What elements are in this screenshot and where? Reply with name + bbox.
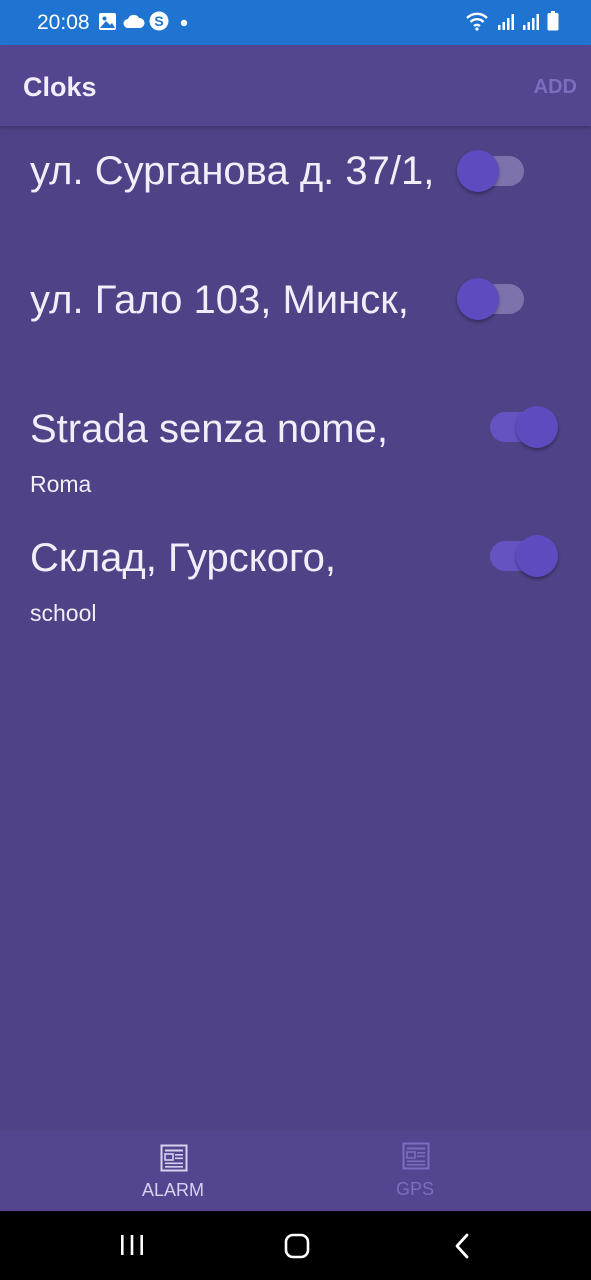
- back-icon[interactable]: [453, 1233, 471, 1259]
- alarm-title: Склад, Гурского,: [30, 536, 337, 580]
- toggle-thumb: [516, 406, 558, 448]
- home-icon[interactable]: [284, 1233, 310, 1259]
- signal-icon: [523, 14, 539, 30]
- gallery-icon: [99, 13, 116, 30]
- list-item[interactable]: Strada senza nome, Roma: [0, 406, 591, 507]
- toggle-thumb: [516, 535, 558, 577]
- alarm-subtitle: school: [30, 600, 97, 626]
- signal-icon: [498, 14, 514, 30]
- svg-text:S: S: [154, 13, 163, 29]
- list-item[interactable]: ул. Гало 103, Минск,: [0, 278, 591, 378]
- tab-gps-label: GPS: [396, 1179, 435, 1199]
- recent-apps-icon[interactable]: [119, 1234, 145, 1256]
- add-button[interactable]: ADD: [534, 75, 577, 99]
- cloud-icon: [123, 14, 145, 28]
- alarm-title: Strada senza nome,: [30, 407, 388, 451]
- list-item[interactable]: ул. Сурганова д. 37/1,: [0, 149, 591, 249]
- status-bar: 20:08 S: [0, 0, 591, 45]
- status-time: 20:08: [37, 11, 90, 34]
- tab-gps[interactable]: GPS: [295, 1131, 591, 1211]
- skype-icon: S: [149, 11, 169, 31]
- newspaper-icon: [402, 1142, 430, 1170]
- alarm-title: ул. Сурганова д. 37/1,: [30, 149, 435, 193]
- alarm-toggle[interactable]: [472, 401, 562, 451]
- battery-icon: [547, 11, 559, 31]
- alarm-title: ул. Гало 103, Минск,: [30, 278, 409, 322]
- tab-alarm-label: ALARM: [142, 1180, 205, 1200]
- app-bar: Cloks ADD: [0, 45, 591, 126]
- list-item[interactable]: Склад, Гурского, school: [0, 535, 591, 636]
- wifi-icon: [466, 12, 488, 31]
- toggle-thumb: [457, 278, 499, 320]
- page-title: Cloks: [23, 72, 97, 102]
- status-right-icons: [465, 11, 559, 31]
- tab-alarm[interactable]: ALARM: [26, 1131, 322, 1211]
- alarm-subtitle: Roma: [30, 471, 92, 497]
- bottom-nav: ALARM GPS: [0, 1131, 591, 1211]
- alarm-toggle[interactable]: [472, 530, 562, 580]
- dot-icon: [180, 19, 188, 27]
- newspaper-icon: [160, 1144, 188, 1172]
- alarm-toggle[interactable]: [456, 145, 546, 195]
- system-nav-bar: [0, 1211, 591, 1280]
- alarm-toggle[interactable]: [456, 273, 546, 323]
- toggle-thumb: [457, 150, 499, 192]
